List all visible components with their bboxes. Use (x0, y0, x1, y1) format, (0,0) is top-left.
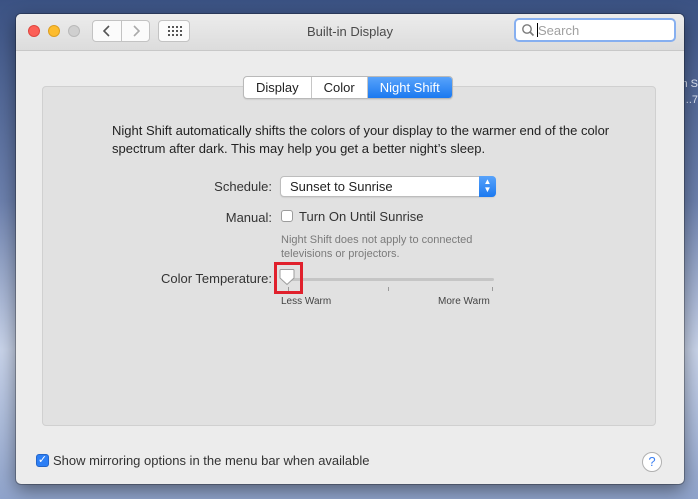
help-button[interactable]: ? (642, 452, 662, 472)
search-icon (522, 24, 535, 37)
turn-on-until-sunrise-label: Turn On Until Sunrise (299, 209, 424, 224)
color-temperature-label: Color Temperature: (160, 271, 272, 286)
show-mirroring-label: Show mirroring options in the menu bar w… (53, 453, 370, 468)
title-bar: Built-in Display Search (16, 14, 684, 51)
tab-bar: Display Color Night Shift (243, 76, 453, 99)
search-field[interactable]: Search (514, 18, 676, 42)
slider-max-label: More Warm (438, 296, 490, 307)
tab-night-shift[interactable]: Night Shift (367, 77, 452, 98)
manual-label: Manual: (225, 210, 272, 225)
show-mirroring-checkbox[interactable]: ✓ (36, 454, 49, 467)
slider-tick (388, 287, 389, 291)
color-temperature-slider[interactable] (288, 278, 494, 281)
night-shift-note: Night Shift does not apply to connected … (281, 234, 473, 260)
schedule-value: Sunset to Sunrise (290, 179, 393, 194)
tab-color[interactable]: Color (312, 77, 368, 98)
tab-display[interactable]: Display (244, 77, 312, 98)
turn-on-until-sunrise-checkbox[interactable] (281, 210, 293, 222)
slider-min-label: Less Warm (281, 296, 332, 307)
select-arrows-icon: ▲ ▼ (479, 176, 496, 197)
slider-tick (492, 287, 493, 291)
night-shift-description: Night Shift automatically shifts the col… (112, 123, 610, 156)
highlight-box (274, 262, 303, 294)
desktop-label: ..7 (685, 94, 698, 106)
preferences-window: Built-in Display Search Display Color Ni… (16, 14, 684, 484)
schedule-label: Schedule: (214, 179, 272, 194)
schedule-select[interactable]: Sunset to Sunrise ▲ ▼ (280, 176, 496, 197)
search-placeholder: Search (538, 23, 580, 38)
